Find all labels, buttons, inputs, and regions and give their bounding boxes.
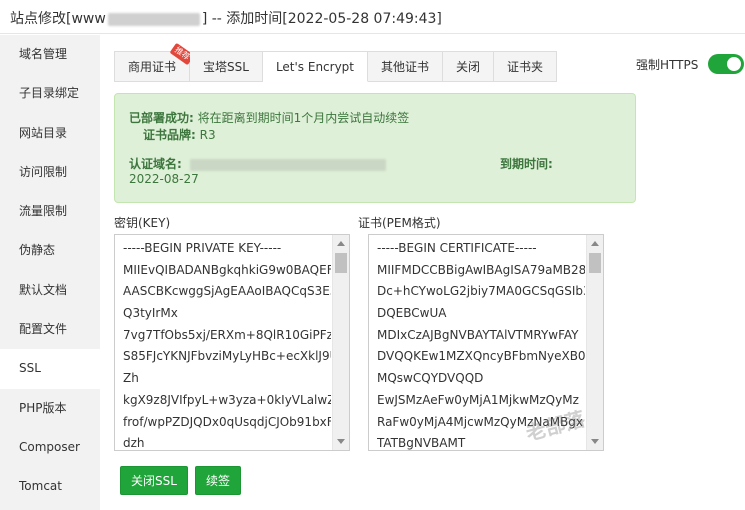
sidebar-item-access-limit[interactable]: 访问限制 — [0, 153, 100, 192]
cert-label: 证书(PEM格式) — [358, 216, 441, 230]
toggle-knob — [727, 57, 741, 71]
sidebar: 域名管理 子目录绑定 网站目录 访问限制 流量限制 伪静态 默认文档 配置文件 … — [0, 35, 100, 510]
sidebar-item-php-version[interactable]: PHP版本 — [0, 389, 100, 428]
renew-button[interactable]: 续签 — [195, 466, 242, 495]
key-line: MIIEvQIBADANBgkqhkiG9w0BAQEF — [123, 262, 331, 277]
key-line: Zh — [123, 371, 139, 386]
key-scrollbar[interactable] — [332, 235, 349, 450]
tab-lets-encrypt[interactable]: Let's Encrypt — [262, 51, 369, 82]
key-line: 7vg7TfObs5xj/ERXm+8QlR10GiPFzJk — [123, 327, 331, 342]
scroll-up-arrow-icon[interactable] — [591, 241, 599, 246]
cert-line: DVQQKEw1MZXQncyBFbmNyeXB0 — [377, 349, 585, 364]
cert-line: DQEBCwUA — [377, 306, 447, 321]
redacted-cert-domain — [189, 158, 386, 171]
close-ssl-button[interactable]: 关闭SSL — [120, 466, 188, 495]
sidebar-item-traffic-limit[interactable]: 流量限制 — [0, 192, 100, 231]
cert-line: -----BEGIN CERTIFICATE----- — [377, 241, 537, 255]
cert-line: MDIxCzAJBgNVBAYTAlVTMRYwFAY — [377, 327, 579, 342]
scroll-thumb[interactable] — [335, 253, 347, 273]
expiry-label: 到期时间: — [500, 157, 553, 171]
ssl-status-panel: 已部署成功: 将在距离到期时间1个月内尝试自动续签 证书品牌: R3 认证域名:… — [114, 93, 636, 203]
sidebar-item-rewrite[interactable]: 伪静态 — [0, 231, 100, 270]
key-line: -----BEGIN PRIVATE KEY----- — [123, 241, 282, 255]
sidebar-item-composer[interactable]: Composer — [0, 428, 100, 467]
title-prefix: 站点修改[www — [10, 11, 106, 27]
tab-close[interactable]: 关闭 — [443, 51, 495, 82]
tab-commercial-cert[interactable]: 商用证书 推荐 — [115, 42, 195, 82]
brand-value: R3 — [199, 128, 216, 142]
key-line: dzh — [123, 436, 145, 451]
ssl-tabs: 商用证书 推荐 宝塔SSL Let's Encrypt 其他证书 关闭 证书夹 — [114, 42, 558, 82]
sidebar-item-default-doc[interactable]: 默认文档 — [0, 271, 100, 310]
force-https-label: 强制HTTPS — [636, 58, 699, 72]
expiry-value: 2022-08-27 — [129, 172, 199, 186]
brand-label: 证书品牌: — [143, 128, 196, 142]
cert-line: EwJSMzAeFw0yMjA1MjkwMzQyMz — [377, 392, 579, 407]
cert-line: MIIFMDCCBBigAwIBAgISA79aMB28 — [377, 262, 585, 277]
key-line: AASCBKcwggSjAgEAAoIBAQCqS3E3 — [123, 284, 331, 299]
private-key-textarea[interactable]: -----BEGIN PRIVATE KEY----- MIIEvQIBADAN… — [114, 234, 350, 451]
cert-scrollbar[interactable] — [586, 235, 603, 450]
scroll-thumb[interactable] — [589, 253, 601, 273]
key-label: 密钥(KEY) — [114, 216, 171, 230]
domain-line: 认证域名: — [129, 155, 386, 172]
cert-line: Dc+hCYwoLG2jbiy7MA0GCSqGSIb3 — [377, 284, 585, 299]
sidebar-item-subdir[interactable]: 子目录绑定 — [0, 74, 100, 113]
scroll-down-arrow-icon[interactable] — [591, 439, 599, 444]
key-line: kgX9z8JVIfpyL+w3yza+0kIyVLalwZH — [123, 392, 331, 407]
domain-label: 认证域名: — [129, 157, 182, 171]
cert-line: MQswCQYDVQQD — [377, 371, 484, 386]
tab-other-cert[interactable]: 其他证书 — [368, 51, 444, 82]
deployed-line: 已部署成功: 将在距离到期时间1个月内尝试自动续签 — [129, 109, 409, 126]
title-suffix: ] -- 添加时间[2022-05-28 07:49:43] — [201, 11, 442, 27]
key-line: S85FJcYKNJFbvziMyLyHBc+ecXklJ9U — [123, 349, 331, 364]
redacted-domain — [107, 12, 200, 26]
tab-bt-ssl[interactable]: 宝塔SSL — [190, 51, 263, 82]
scroll-up-arrow-icon[interactable] — [337, 241, 345, 246]
brand-line: 证书品牌: R3 — [143, 126, 216, 143]
tab-label: 商用证书 — [128, 60, 177, 74]
deployed-text: 将在距离到期时间1个月内尝试自动续签 — [197, 111, 410, 125]
sidebar-item-ssl[interactable]: SSL — [0, 349, 100, 389]
window-titlebar: 站点修改[www ] -- 添加时间[2022-05-28 07:49:43] — [0, 0, 745, 34]
scroll-down-arrow-icon[interactable] — [337, 439, 345, 444]
sidebar-item-config-file[interactable]: 配置文件 — [0, 310, 100, 349]
sidebar-item-tomcat[interactable]: Tomcat — [0, 467, 100, 506]
force-https-toggle[interactable] — [708, 54, 744, 74]
sidebar-item-domain[interactable]: 域名管理 — [0, 35, 100, 74]
sidebar-item-site-dir[interactable]: 网站目录 — [0, 114, 100, 153]
window-title: 站点修改[www ] -- 添加时间[2022-05-28 07:49:43] — [10, 8, 442, 28]
private-key-content: -----BEGIN PRIVATE KEY----- MIIEvQIBADAN… — [123, 238, 331, 451]
tab-cert-folder[interactable]: 证书夹 — [494, 51, 558, 82]
key-line: frof/wpPZDJQDx0qUsqdjCJOb91bxF — [123, 414, 331, 429]
expiry-line: 到期时间: — [500, 155, 553, 172]
deployed-label: 已部署成功: — [129, 111, 194, 125]
key-line: Q3tyIrMx — [123, 306, 178, 321]
